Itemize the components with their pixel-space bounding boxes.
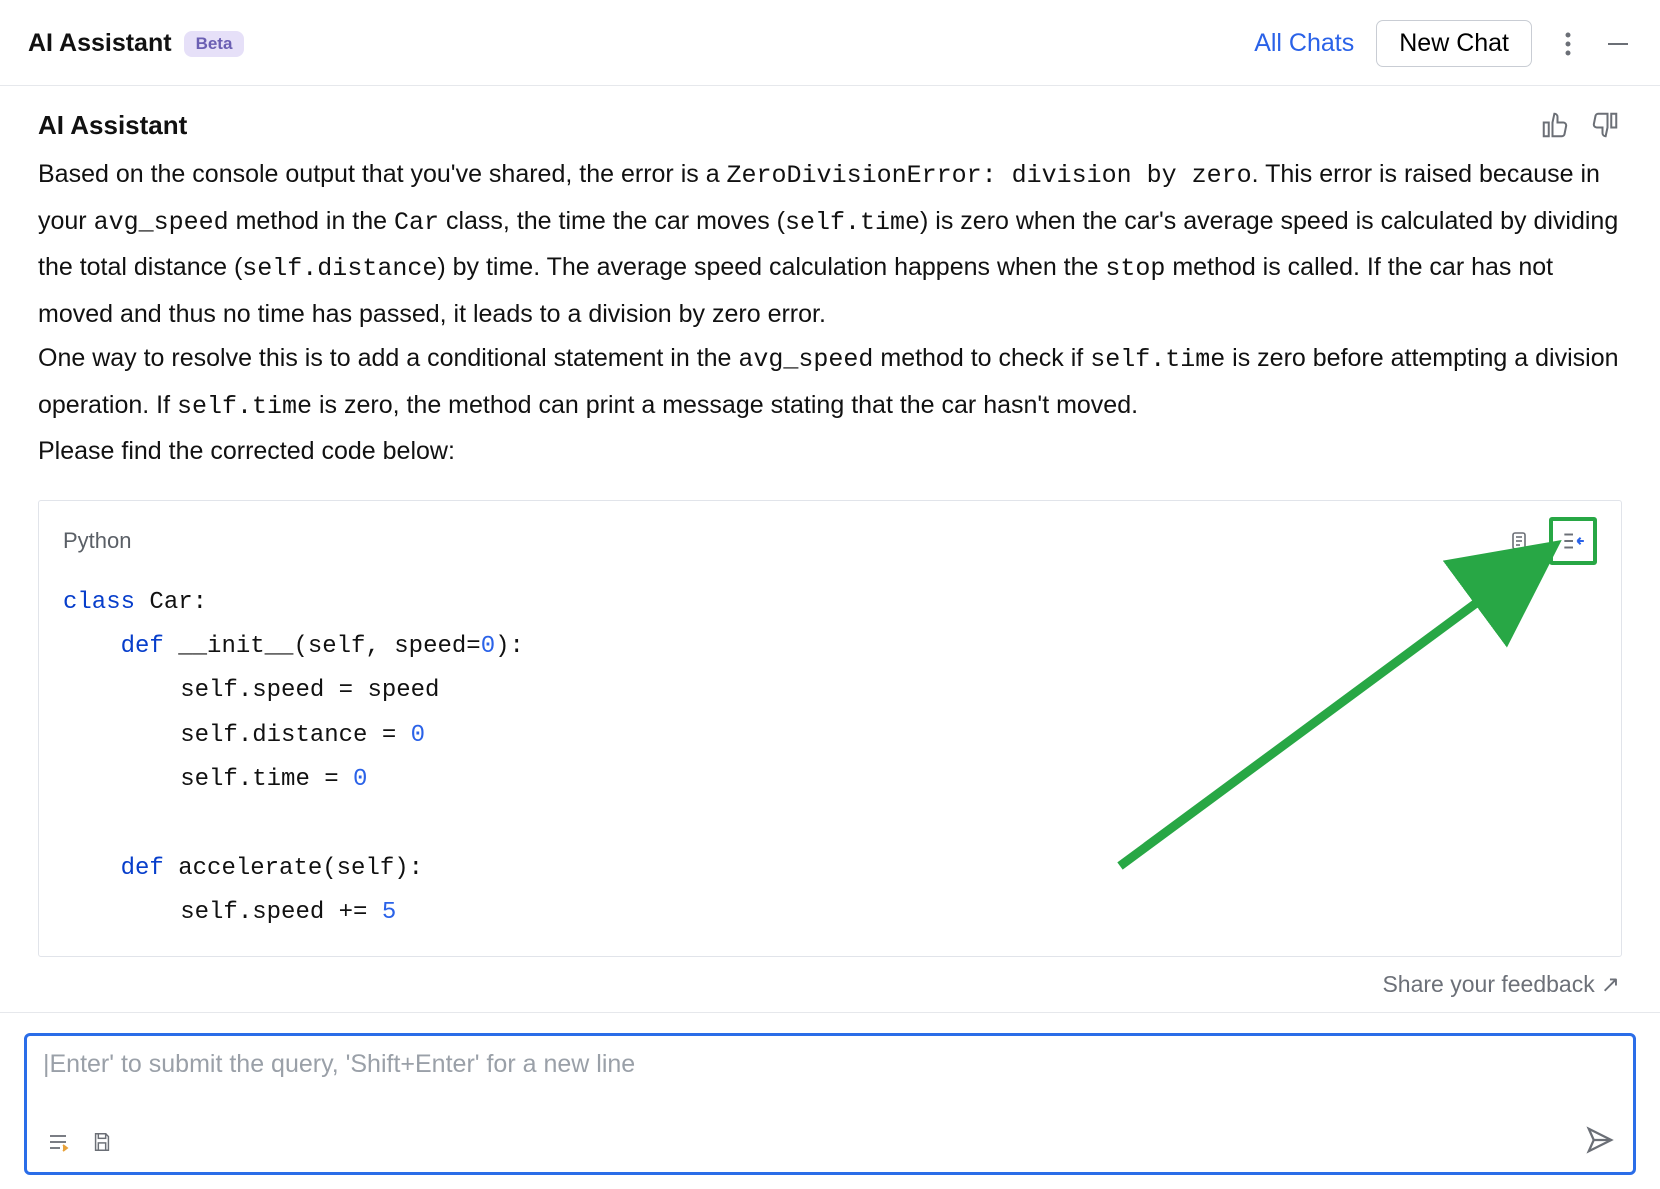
code-token: accelerate(self):	[164, 855, 423, 882]
code-block-actions	[1503, 517, 1597, 565]
code-token: self.distance =	[180, 722, 410, 749]
top-bar-left: AI Assistant Beta	[28, 29, 244, 58]
prompt-toolbar-left	[45, 1129, 115, 1155]
prompt-toolbar	[41, 1125, 1619, 1162]
prompt-placeholder: |Enter' to submit the query, 'Shift+Ente…	[41, 1046, 1619, 1083]
message-header: AI Assistant	[38, 108, 1622, 142]
thumbs-down-icon[interactable]	[1588, 108, 1622, 142]
code-token: ):	[495, 633, 524, 660]
inline-code: Car	[394, 208, 439, 237]
minimize-icon[interactable]	[1604, 30, 1632, 58]
top-bar: AI Assistant Beta All Chats New Chat	[0, 0, 1660, 86]
message-paragraph-1: Based on the console output that you've …	[38, 152, 1622, 336]
code-token: 0	[353, 766, 367, 793]
code-token: Car:	[135, 589, 207, 616]
prompt-input[interactable]: |Enter' to submit the query, 'Shift+Ente…	[24, 1033, 1636, 1175]
code-block: Python class Car: def __init__(self, spe…	[38, 500, 1622, 957]
indent-icon[interactable]	[45, 1129, 71, 1155]
code-token: __init__(self, speed=	[164, 633, 481, 660]
external-link-icon: ↗	[1601, 971, 1620, 997]
code-token: def	[121, 855, 164, 882]
code-content[interactable]: class Car: def __init__(self, speed=0): …	[39, 575, 1621, 956]
inline-code: self.time	[785, 208, 920, 237]
inline-code: stop	[1105, 254, 1165, 283]
message-feedback-icons	[1538, 108, 1622, 142]
text: Based on the console output that you've …	[38, 160, 727, 188]
text: ) by time. The average speed calculation…	[437, 253, 1105, 281]
thumbs-up-icon[interactable]	[1538, 108, 1572, 142]
insert-caret-icon[interactable]	[1549, 517, 1597, 565]
inline-code: self.time	[1090, 345, 1225, 374]
code-token: 0	[481, 633, 495, 660]
code-token: self.speed = speed	[180, 677, 439, 704]
text: One way to resolve this is to add a cond…	[38, 344, 738, 372]
code-token: class	[63, 589, 135, 616]
new-chat-button[interactable]: New Chat	[1376, 20, 1532, 67]
share-feedback-text: Share your feedback	[1382, 971, 1594, 997]
message-body: Based on the console output that you've …	[38, 152, 1622, 474]
inline-code: avg_speed	[94, 208, 229, 237]
text: method to check if	[873, 344, 1090, 372]
inline-code: self.time	[177, 392, 312, 421]
code-token: self.time =	[180, 766, 353, 793]
code-token: self.speed +=	[180, 899, 382, 926]
inline-code: avg_speed	[738, 345, 873, 374]
all-chats-link[interactable]: All Chats	[1254, 29, 1354, 58]
text: is zero, the method can print a message …	[312, 391, 1138, 419]
chat-area: AI Assistant Based on the console output…	[0, 86, 1660, 957]
inline-code: ZeroDivisionError: division by zero	[727, 161, 1252, 190]
code-language-label: Python	[63, 528, 132, 554]
inline-code: self.distance	[242, 254, 437, 283]
beta-badge: Beta	[184, 31, 245, 57]
code-token: 0	[411, 722, 425, 749]
code-token: def	[121, 633, 164, 660]
message-sender: AI Assistant	[38, 110, 187, 141]
input-section: |Enter' to submit the query, 'Shift+Ente…	[0, 1012, 1660, 1189]
share-feedback-link[interactable]: Share your feedback ↗	[0, 957, 1660, 1012]
save-icon[interactable]	[89, 1129, 115, 1155]
text: class, the time the car moves (	[439, 207, 785, 235]
text: method in the	[229, 207, 394, 235]
app-title: AI Assistant	[28, 29, 172, 58]
code-block-header: Python	[39, 501, 1621, 575]
code-token: 5	[382, 899, 396, 926]
more-vertical-icon[interactable]	[1554, 30, 1582, 58]
top-bar-right: All Chats New Chat	[1254, 20, 1632, 67]
send-icon[interactable]	[1585, 1125, 1615, 1160]
message-paragraph-2: One way to resolve this is to add a cond…	[38, 336, 1622, 429]
copy-icon[interactable]	[1503, 525, 1535, 557]
message-paragraph-3: Please find the corrected code below:	[38, 429, 1622, 474]
